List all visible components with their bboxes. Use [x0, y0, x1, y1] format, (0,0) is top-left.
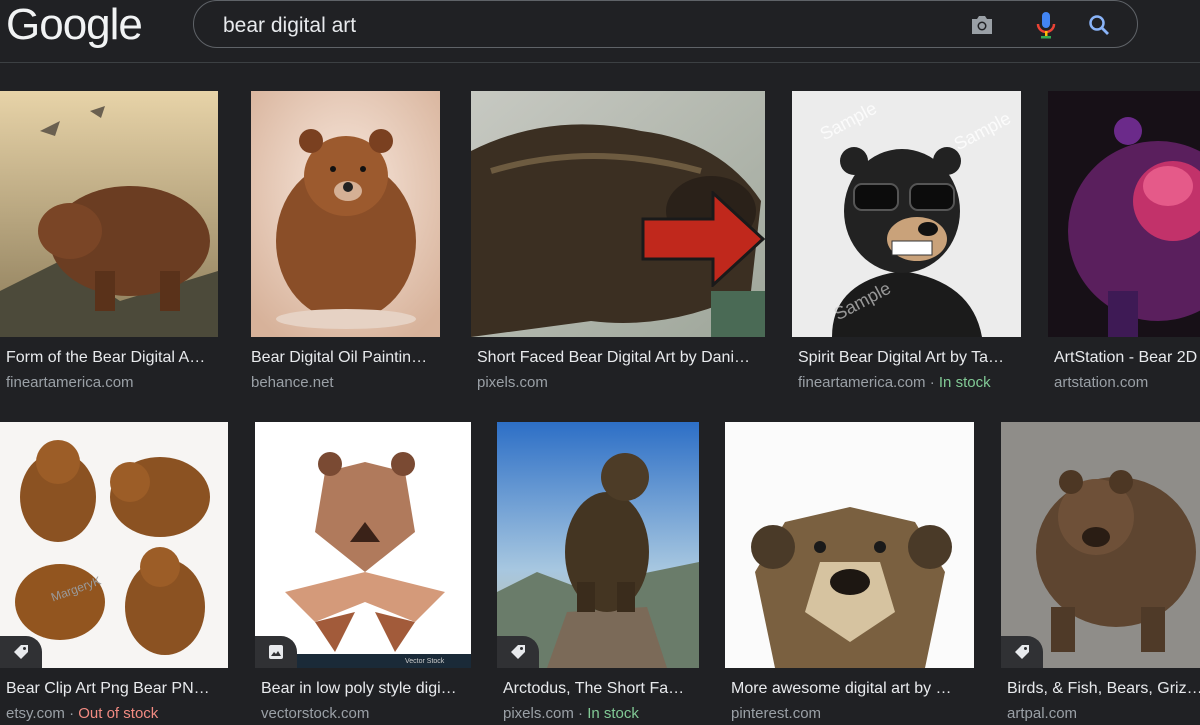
- result-card[interactable]: MargeryK Bear Clip Art Png Bear PN… etsy…: [0, 422, 232, 722]
- tag-badge: [0, 636, 42, 668]
- result-title[interactable]: Arctodus, The Short Fa…: [503, 680, 699, 698]
- stock-status: In stock: [587, 705, 639, 722]
- result-thumbnail[interactable]: [497, 422, 699, 668]
- result-source: pixels.com: [503, 705, 574, 722]
- result-source-line: pixels.com · In stock: [503, 705, 639, 722]
- tag-badge: [497, 636, 539, 668]
- result-card[interactable]: Form of the Bear Digital A… fineartameri…: [0, 91, 220, 391]
- result-source: pinterest.com: [731, 705, 822, 722]
- result-source: vectorstock.com: [261, 705, 370, 722]
- watermark-text: Vector Stock: [405, 658, 445, 665]
- result-title[interactable]: Bear Digital Oil Paintin…: [251, 349, 441, 367]
- result-title[interactable]: Spirit Bear Digital Art by Ta…: [798, 349, 1023, 367]
- result-thumbnail[interactable]: [0, 91, 218, 337]
- result-thumbnail[interactable]: MargeryK: [0, 422, 228, 668]
- result-title[interactable]: More awesome digital art by …: [731, 680, 976, 698]
- top-bar: Google: [0, 0, 1200, 63]
- result-source: fineartamerica.com: [6, 374, 134, 391]
- result-card[interactable]: Short Faced Bear Digital Art by Dani… pi…: [471, 91, 771, 391]
- tag-icon: [13, 644, 29, 660]
- result-source: fineartamerica.com: [798, 374, 926, 391]
- result-source: pixels.com: [477, 374, 548, 391]
- result-source: behance.net: [251, 374, 334, 391]
- result-title[interactable]: Form of the Bear Digital A…: [6, 349, 216, 367]
- result-card[interactable]: More awesome digital art by … pinterest.…: [725, 422, 980, 722]
- google-logo[interactable]: Google: [6, 0, 143, 50]
- result-thumbnail[interactable]: Vector Stock: [255, 422, 471, 668]
- tag-badge: [1001, 636, 1043, 668]
- result-title[interactable]: ArtStation - Bear 2D: [1054, 349, 1200, 367]
- result-title[interactable]: Birds, & Fish, Bears, Griz…: [1007, 680, 1200, 698]
- result-source: artpal.com: [1007, 705, 1078, 722]
- result-card[interactable]: Birds, & Fish, Bears, Griz… artpal.com: [1001, 422, 1200, 722]
- result-title[interactable]: Bear Clip Art Png Bear PN…: [6, 680, 232, 698]
- image-icon: [268, 644, 284, 660]
- stock-status: Out of stock: [78, 705, 159, 722]
- result-thumbnail[interactable]: [251, 91, 440, 337]
- search-icon[interactable]: [1085, 11, 1113, 39]
- result-card[interactable]: ArtStation - Bear 2D artstation.com: [1048, 91, 1200, 391]
- search-box[interactable]: [193, 0, 1138, 48]
- result-title[interactable]: Bear in low poly style digi…: [261, 680, 473, 698]
- result-card[interactable]: Bear Digital Oil Paintin… behance.net: [245, 91, 445, 391]
- result-source-line: etsy.com · Out of stock: [6, 705, 159, 722]
- result-card[interactable]: Arctodus, The Short Fa… pixels.com · In …: [497, 422, 703, 722]
- tag-icon: [1014, 644, 1030, 660]
- result-thumbnail[interactable]: Sample Sample Sample: [792, 91, 1021, 337]
- result-card[interactable]: Sample Sample Sample Spirit Bear Digital…: [792, 91, 1027, 391]
- search-input[interactable]: [221, 11, 925, 41]
- result-source: etsy.com: [6, 705, 65, 722]
- result-card[interactable]: Vector Stock Bear in low poly style digi…: [255, 422, 473, 722]
- image-badge: [255, 636, 297, 668]
- result-title[interactable]: Short Faced Bear Digital Art by Dani…: [477, 349, 767, 367]
- result-thumbnail[interactable]: [471, 91, 765, 337]
- stock-status: In stock: [938, 374, 991, 391]
- mic-icon[interactable]: [1032, 11, 1060, 39]
- camera-icon[interactable]: [968, 11, 996, 39]
- tag-icon: [510, 644, 526, 660]
- result-thumbnail[interactable]: [725, 422, 974, 668]
- result-thumbnail[interactable]: [1001, 422, 1200, 668]
- result-source-line: fineartamerica.com · In stock: [798, 374, 991, 391]
- result-thumbnail[interactable]: [1048, 91, 1200, 337]
- result-source: artstation.com: [1054, 374, 1149, 391]
